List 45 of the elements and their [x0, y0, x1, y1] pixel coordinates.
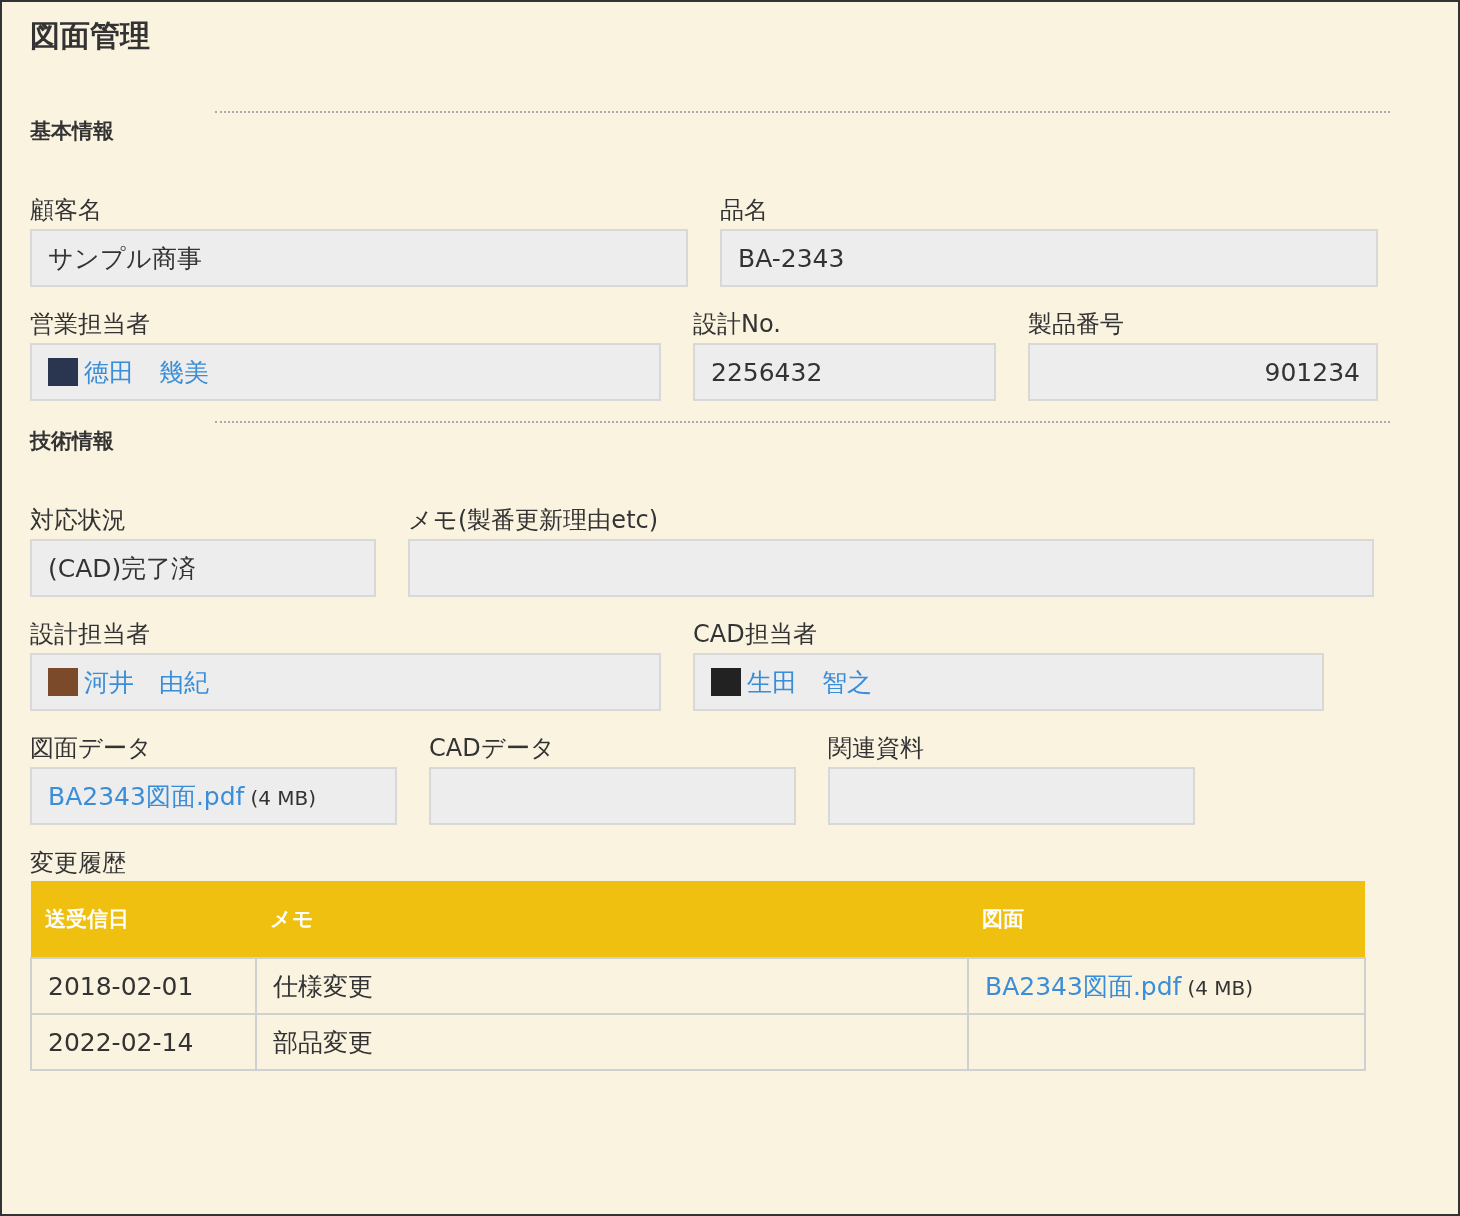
text-field[interactable]: 2256432 [693, 343, 996, 401]
text-field[interactable]: 901234 [1028, 343, 1378, 401]
column-header: 図面 [968, 881, 1365, 958]
field-label: メモ(製番更新理由etc) [408, 505, 659, 535]
table-cell: 2022-02-14 [31, 1014, 256, 1070]
field-label: 設計担当者 [30, 619, 150, 649]
text-field[interactable]: (CAD)完了済 [30, 539, 376, 597]
text-field[interactable]: サンプル商事 [30, 229, 688, 287]
section-title: 基本情報 [30, 118, 115, 145]
field-label: 製品番号 [1028, 309, 1124, 339]
column-header: メモ [256, 881, 968, 958]
file-field[interactable] [828, 767, 1195, 825]
table-cell: 部品変更 [256, 1014, 968, 1070]
field-label: 関連資料 [828, 733, 924, 763]
table-cell: 仕様変更 [256, 958, 968, 1014]
file-field[interactable] [429, 767, 796, 825]
file-field[interactable]: BA2343図面.pdf (4 MB) [30, 767, 397, 825]
user-link[interactable]: 徳田 幾美 [84, 355, 209, 389]
field-label: CADデータ [429, 733, 555, 763]
file-size: (4 MB) [250, 785, 317, 810]
field-label: 顧客名 [30, 195, 102, 225]
table-cell: 2018-02-01 [31, 958, 256, 1014]
page-title: 図面管理 [30, 17, 150, 55]
field-label: CAD担当者 [693, 619, 817, 649]
user-field[interactable]: 河井 由紀 [30, 653, 661, 711]
field-label: 設計No. [693, 309, 781, 339]
avatar-placeholder [711, 668, 741, 696]
user-field[interactable]: 徳田 幾美 [30, 343, 661, 401]
avatar-placeholder [48, 358, 78, 386]
user-link[interactable]: 生田 智之 [747, 665, 872, 699]
text-field[interactable]: BA-2343 [720, 229, 1378, 287]
column-header: 送受信日 [31, 881, 256, 958]
text-field[interactable] [408, 539, 1374, 597]
table-title: 変更履歴 [30, 848, 126, 879]
user-link[interactable]: 河井 由紀 [84, 665, 209, 699]
file-link[interactable]: BA2343図面.pdf [985, 971, 1182, 1001]
field-label: 図面データ [30, 733, 152, 763]
section-title: 技術情報 [30, 428, 115, 455]
avatar-placeholder [48, 668, 78, 696]
file-link[interactable]: BA2343図面.pdf [48, 779, 245, 813]
field-label: 営業担当者 [30, 309, 150, 339]
user-field[interactable]: 生田 智之 [693, 653, 1324, 711]
field-label: 対応状況 [30, 505, 126, 535]
field-label: 品名 [720, 195, 768, 225]
file-size: (4 MB) [1187, 975, 1254, 1000]
